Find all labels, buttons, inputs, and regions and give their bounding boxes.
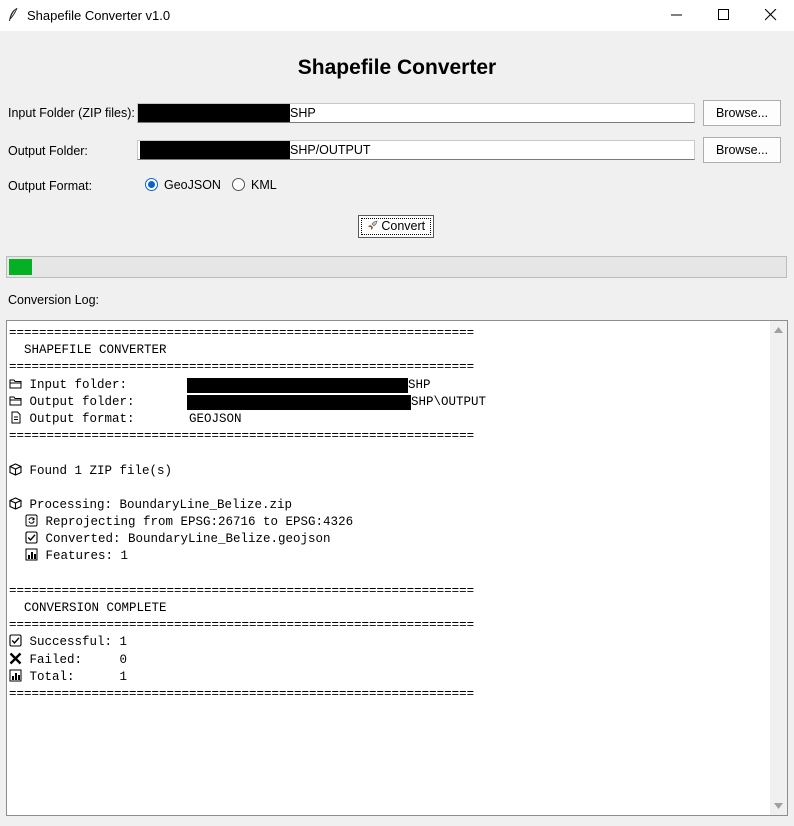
- input-folder-label: Input Folder (ZIP files):: [8, 106, 135, 120]
- log-line: Features: 1: [9, 548, 474, 565]
- log-line-text: Output folder:: [29, 394, 135, 409]
- kml-radio-label[interactable]: KML: [251, 178, 277, 192]
- input-folder-value: SHP: [290, 106, 316, 120]
- redacted-path: [140, 141, 290, 159]
- checkbox-icon: [25, 531, 38, 544]
- geojson-radio[interactable]: [145, 178, 158, 191]
- log-line: ========================================…: [9, 617, 474, 634]
- log-lines: ========================================…: [9, 325, 486, 703]
- input-folder-field[interactable]: SHP: [137, 103, 695, 123]
- minimize-icon: [671, 14, 682, 16]
- browse-output-button[interactable]: Browse...: [703, 137, 781, 163]
- log-line: Output format: GEOJSON: [9, 411, 474, 428]
- log-line: Failed: 0: [9, 652, 474, 669]
- document-icon: [9, 411, 22, 424]
- browse-input-button[interactable]: Browse...: [703, 100, 781, 126]
- kml-radio[interactable]: [232, 178, 245, 191]
- close-button[interactable]: [748, 0, 794, 31]
- log-line-text: Processing: BoundaryLine_Belize.zip: [29, 497, 293, 512]
- folder-icon: [9, 394, 22, 407]
- output-folder-value: SHP/OUTPUT: [290, 143, 371, 157]
- window-title: Shapefile Converter v1.0: [27, 8, 171, 23]
- log-line-text: ========================================…: [9, 686, 475, 701]
- log-line-text: SHAPEFILE CONVERTER: [9, 343, 167, 358]
- log-line-text: ========================================…: [9, 326, 475, 340]
- log-line-text: ========================================…: [9, 618, 475, 633]
- geojson-radio-label[interactable]: GeoJSON: [164, 178, 221, 192]
- package-icon: [9, 462, 22, 476]
- redacted-path: [187, 394, 411, 410]
- log-line: Converted: BoundaryLine_Belize.geojson: [9, 531, 474, 548]
- log-line: Total: 1: [9, 669, 474, 686]
- refresh-icon: [25, 514, 38, 527]
- title-bar: Shapefile Converter v1.0: [0, 0, 794, 31]
- rocket-icon: [367, 220, 378, 230]
- log-line-text: CONVERSION COMPLETE: [9, 601, 167, 615]
- log-line-text: Reprojecting from EPSG:26716 to EPSG:432…: [45, 515, 354, 530]
- log-line-text: Total: 1: [29, 669, 128, 684]
- log-line-text: ========================================…: [9, 583, 475, 598]
- minimize-button[interactable]: [654, 0, 700, 31]
- scroll-up-arrow-icon[interactable]: [774, 327, 783, 333]
- log-line: ========================================…: [9, 583, 474, 600]
- redacted-path: [187, 377, 408, 393]
- log-line-text: Successful: 1: [29, 635, 128, 650]
- progress-bar: [6, 256, 787, 278]
- log-line-text: Converted: BoundaryLine_Belize.geojson: [45, 532, 331, 547]
- log-textbox[interactable]: ========================================…: [6, 320, 788, 816]
- log-line: SHAPEFILE CONVERTER: [9, 342, 474, 359]
- maximize-button[interactable]: [701, 0, 747, 31]
- page-title: Shapefile Converter: [297, 56, 497, 79]
- log-line-value: SHP: [408, 377, 431, 392]
- log-scrollbar[interactable]: [770, 321, 787, 815]
- log-line-value: GEOJSON: [189, 411, 242, 426]
- output-folder-label: Output Folder:: [8, 144, 88, 158]
- folder-icon: [9, 377, 22, 390]
- maximize-icon: [718, 9, 729, 20]
- redacted-path: [138, 104, 290, 122]
- log-line: ========================================…: [9, 428, 474, 445]
- log-line: ========================================…: [9, 325, 474, 342]
- convert-button-label: Convert: [381, 219, 426, 233]
- log-line: CONVERSION COMPLETE: [9, 600, 474, 617]
- feather-icon: [9, 7, 18, 21]
- convert-button[interactable]: Convert: [358, 215, 434, 238]
- log-line-text: Failed: 0: [29, 652, 128, 667]
- log-line: Reprojecting from EPSG:26716 to EPSG:432…: [9, 514, 474, 531]
- checkbox-icon: [9, 634, 22, 647]
- log-line-value: SHP\OUTPUT: [411, 394, 487, 409]
- log-line: Found 1 ZIP file(s): [9, 462, 474, 480]
- log-line-text: Input folder:: [29, 377, 128, 392]
- output-format-label: Output Format:: [8, 179, 93, 193]
- cross-icon: [9, 652, 22, 665]
- progress-fill: [9, 259, 32, 275]
- bar-chart-icon: [25, 548, 38, 561]
- log-label: Conversion Log:: [8, 293, 100, 307]
- scroll-down-arrow-icon[interactable]: [774, 803, 783, 809]
- log-line-text: ========================================…: [9, 360, 475, 375]
- bar-chart-icon: [9, 669, 22, 682]
- log-line-text: Output format:: [29, 411, 135, 426]
- log-line: Output folder: SHP\OUTPUT: [9, 394, 486, 411]
- log-line-text: ========================================…: [9, 429, 475, 444]
- log-line: Input folder: SHP: [9, 377, 474, 394]
- log-line: Successful: 1: [9, 634, 474, 651]
- log-line-text: Features: 1: [45, 549, 129, 564]
- package-icon: [9, 497, 22, 510]
- close-icon: [765, 9, 777, 21]
- log-line: Processing: BoundaryLine_Belize.zip: [9, 497, 474, 514]
- log-line: ========================================…: [9, 686, 474, 703]
- log-line-text: Found 1 ZIP file(s): [29, 463, 173, 478]
- log-line: ========================================…: [9, 359, 474, 376]
- output-folder-field[interactable]: SHP/OUTPUT: [137, 140, 695, 160]
